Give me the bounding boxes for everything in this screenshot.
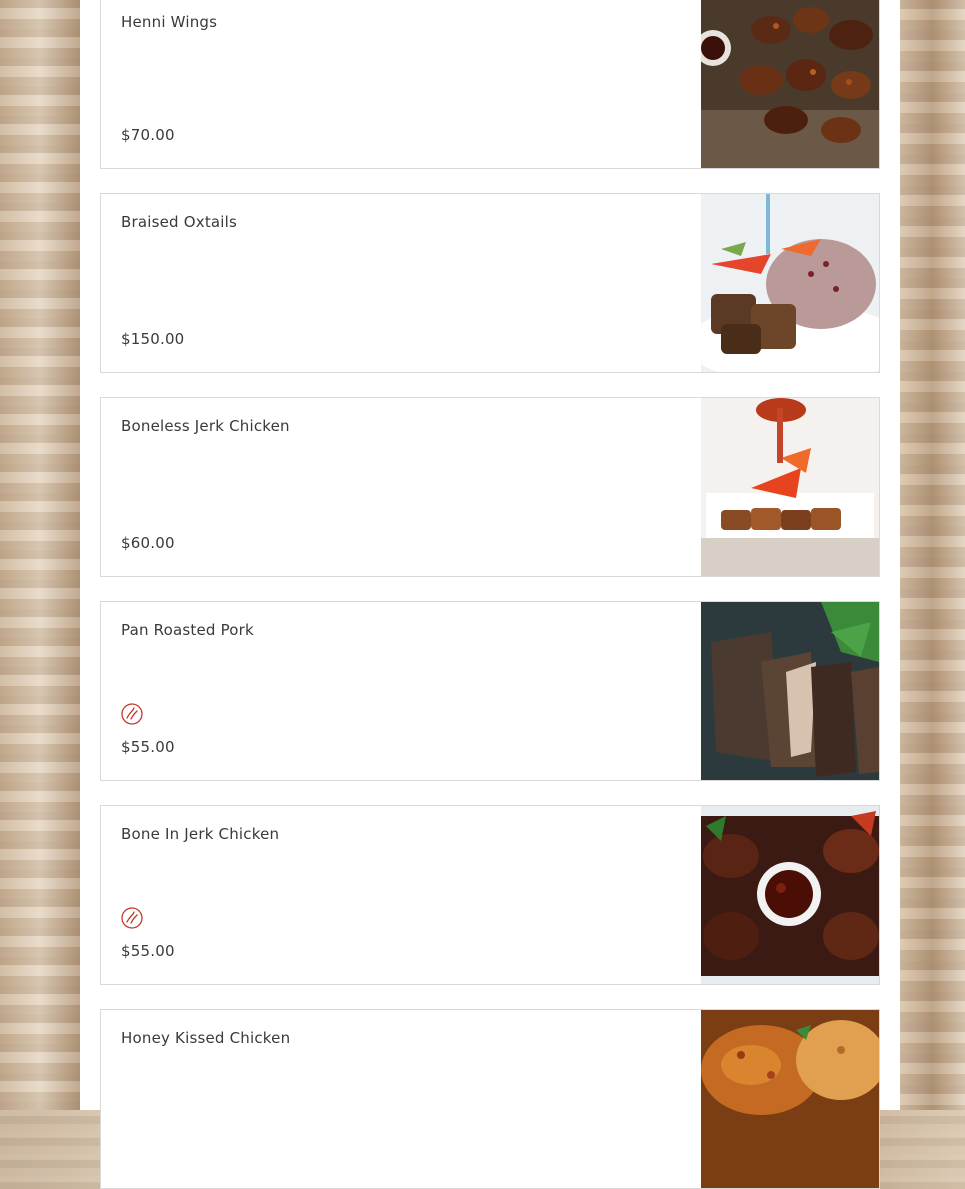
boneless-jerk-chicken-image	[701, 398, 879, 576]
menu-item-price: $55.00	[121, 942, 175, 960]
menu-item-card[interactable]: Honey Kissed Chicken	[100, 1009, 880, 1189]
menu-item-name: Honey Kissed Chicken	[121, 1029, 291, 1047]
menu-item-card[interactable]: Pan Roasted Pork $55.00	[100, 601, 880, 781]
oxtails-image	[701, 194, 879, 372]
chili-pepper-icon	[121, 703, 143, 725]
menu-item-name: Henni Wings	[121, 13, 218, 31]
menu-item-card[interactable]: Bone In Jerk Chicken $55.00	[100, 805, 880, 985]
menu-item-name: Braised Oxtails	[121, 213, 238, 231]
menu-item-card[interactable]: Braised Oxtails $150.00	[100, 193, 880, 373]
menu-item-price: $150.00	[121, 330, 185, 348]
wings-image	[701, 0, 879, 168]
menu-item-price: $55.00	[121, 738, 175, 756]
menu-panel: Henni Wings $70.00 Braised Oxtails $150.…	[80, 0, 900, 1189]
pan-roasted-pork-image	[701, 602, 879, 780]
page-background-right	[900, 0, 965, 1110]
menu-item-name: Boneless Jerk Chicken	[121, 417, 290, 435]
menu-item-name: Pan Roasted Pork	[121, 621, 254, 639]
chili-pepper-icon	[121, 907, 143, 929]
menu-item-card[interactable]: Henni Wings $70.00	[100, 0, 880, 169]
bone-in-jerk-chicken-image	[701, 806, 879, 984]
menu-item-price: $70.00	[121, 126, 175, 144]
menu-item-name: Bone In Jerk Chicken	[121, 825, 280, 843]
page-background-left	[0, 0, 80, 1110]
menu-item-card[interactable]: Boneless Jerk Chicken $60.00	[100, 397, 880, 577]
honey-kissed-chicken-image	[701, 1010, 879, 1188]
menu-item-price: $60.00	[121, 534, 175, 552]
